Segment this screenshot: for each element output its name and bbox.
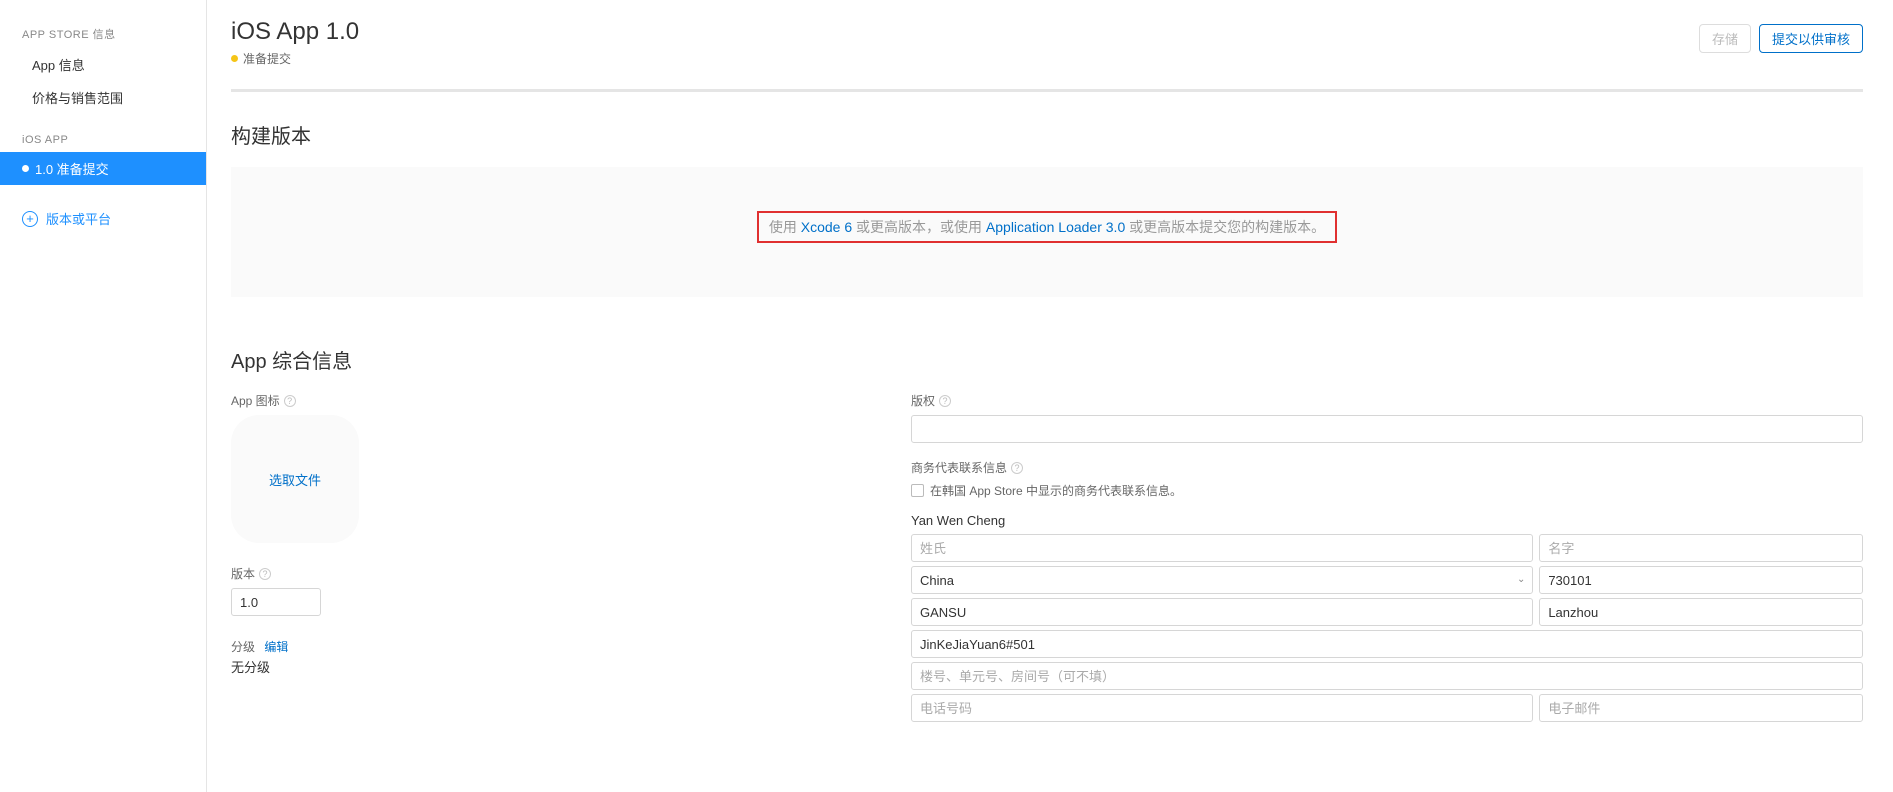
page-status-text: 准备提交 [243, 50, 291, 67]
page-status: 准备提交 [231, 50, 359, 67]
last-name-input[interactable] [911, 534, 1533, 562]
sidebar-item-label: 1.0 准备提交 [35, 159, 109, 178]
sidebar-section-appstore: APP STORE 信息 [0, 20, 206, 48]
build-text-mid: 或更高版本，或使用 [852, 219, 986, 235]
build-instruction-box: 使用 Xcode 6 或更高版本，或使用 Application Loader … [757, 211, 1337, 243]
korea-checkbox-label: 在韩国 App Store 中显示的商务代表联系信息。 [930, 482, 1182, 499]
country-select[interactable] [911, 566, 1533, 594]
copyright-input[interactable] [911, 415, 1863, 443]
status-dot-icon [231, 55, 238, 62]
rating-label: 分级 [231, 640, 255, 654]
korea-checkbox-row[interactable]: 在韩国 App Store 中显示的商务代表联系信息。 [911, 482, 1863, 499]
sidebar: APP STORE 信息 App 信息 价格与销售范围 iOS APP 1.0 … [0, 0, 207, 792]
sidebar-item-app-info[interactable]: App 信息 [0, 48, 206, 81]
plus-circle-icon: + [22, 211, 38, 227]
save-button[interactable]: 存储 [1699, 24, 1751, 53]
status-dot-icon [22, 165, 29, 172]
info-right-column: 版权 ? 商务代表联系信息 ? 在韩国 App Store 中显示的商务代表联系… [911, 392, 1863, 738]
address-input[interactable] [911, 630, 1863, 658]
add-version-button[interactable]: + 版本或平台 [0, 185, 206, 252]
first-name-input[interactable] [1539, 534, 1863, 562]
version-input[interactable] [231, 588, 321, 616]
submit-review-button[interactable]: 提交以供审核 [1759, 24, 1863, 53]
rating-value: 无分级 [231, 657, 871, 676]
checkbox-icon[interactable] [911, 484, 924, 497]
app-loader-link[interactable]: Application Loader 3.0 [986, 219, 1125, 235]
app-icon-label: App 图标 ? [231, 392, 871, 409]
postal-input[interactable] [1539, 566, 1863, 594]
choose-file-label: 选取文件 [269, 470, 321, 489]
info-left-column: App 图标 ? 选取文件 版本 ? 分级 编辑 无分级 [231, 392, 871, 738]
help-icon[interactable]: ? [939, 395, 951, 407]
copyright-label: 版权 ? [911, 392, 1863, 409]
add-version-label: 版本或平台 [46, 209, 111, 228]
help-icon[interactable]: ? [284, 395, 296, 407]
main-content: iOS App 1.0 准备提交 存储 提交以供审核 构建版本 使用 Xcode… [207, 0, 1893, 792]
address2-input[interactable] [911, 662, 1863, 690]
sidebar-section-ios: iOS APP [0, 128, 206, 152]
phone-input[interactable] [911, 694, 1533, 722]
sidebar-item-version[interactable]: 1.0 准备提交 [0, 152, 206, 185]
divider [231, 89, 1863, 92]
help-icon[interactable]: ? [1011, 462, 1023, 474]
page-title: iOS App 1.0 [231, 18, 359, 46]
help-icon[interactable]: ? [259, 568, 271, 580]
state-input[interactable] [911, 598, 1533, 626]
email-input[interactable] [1539, 694, 1863, 722]
version-label: 版本 ? [231, 565, 871, 582]
build-text-prefix: 使用 [769, 219, 801, 235]
sidebar-item-pricing[interactable]: 价格与销售范围 [0, 81, 206, 114]
city-input[interactable] [1539, 598, 1863, 626]
app-icon-upload[interactable]: 选取文件 [231, 415, 359, 543]
xcode-link[interactable]: Xcode 6 [801, 219, 852, 235]
section-title-build: 构建版本 [231, 120, 1863, 149]
build-text-suffix: 或更高版本提交您的构建版本。 [1125, 219, 1325, 235]
contact-name: Yan Wen Cheng [911, 513, 1863, 528]
page-header: iOS App 1.0 准备提交 存储 提交以供审核 [231, 18, 1863, 89]
section-title-info: App 综合信息 [231, 345, 1863, 374]
contact-label: 商务代表联系信息 ? [911, 459, 1863, 476]
build-banner: 使用 Xcode 6 或更高版本，或使用 Application Loader … [231, 167, 1863, 297]
rating-row: 分级 编辑 [231, 638, 871, 655]
rating-edit-link[interactable]: 编辑 [264, 640, 288, 654]
